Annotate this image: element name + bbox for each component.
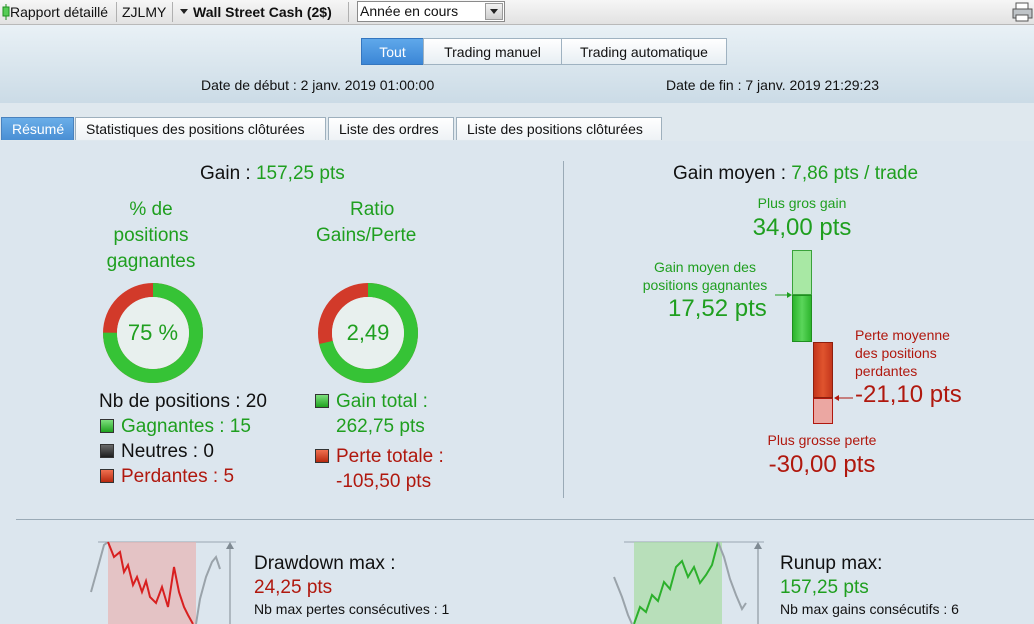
account-id[interactable]: ZJLMY (122, 0, 166, 24)
winrate-title-line: gagnantes (106, 251, 196, 272)
legend-red-square (100, 469, 114, 483)
avg-win-label-line: Gain moyen des (654, 259, 756, 275)
max-loss-value: -30,00 pts (768, 451, 876, 478)
avg-loss-label-line: Perte moyenne (855, 327, 950, 343)
max-loss-bar (813, 398, 833, 424)
max-gain-value: 34,00 pts (752, 214, 852, 241)
legend-green-square (100, 419, 114, 433)
filter-tab-manual[interactable]: Trading manuel (423, 38, 562, 65)
total-gain-value: 262,75 pts (336, 416, 425, 437)
filter-tab-automatic[interactable]: Trading automatique (561, 38, 727, 65)
legend-red-square (315, 449, 329, 463)
legend-green-square (315, 394, 329, 408)
avg-loss-label-line: des positions (855, 345, 937, 361)
winners-count: Gagnantes : 15 (121, 416, 251, 437)
runup-value: 157,25 pts (780, 577, 869, 598)
total-loss-label: Perte totale : (336, 446, 444, 467)
runup-sub: Nb max gains consécutifs : 6 (780, 601, 959, 617)
avg-gain-value: 7,86 pts / trade (791, 163, 919, 184)
period-select-value: Année en cours (360, 3, 459, 19)
total-loss-value: -105,50 pts (336, 471, 432, 492)
runup-sparkline (613, 541, 764, 624)
drawdown-label: Drawdown max : (254, 553, 396, 574)
ratio-title-line: Ratio (350, 199, 395, 220)
losers-count: Perdantes : 5 (121, 466, 235, 487)
neutral-count: Neutres : 0 (121, 441, 214, 462)
market-selector[interactable]: Wall Street Cash (2$) (193, 0, 332, 24)
toolbar: Rapport détaillé ZJLMY Wall Street Cash … (0, 0, 1034, 25)
winrate-value: 75 % (127, 320, 179, 345)
positions-count: Nb de positions : 20 (99, 391, 267, 412)
winrate-title-line: positions (113, 225, 189, 246)
drawdown-value: 24,25 pts (254, 577, 333, 598)
gain-value: 157,25 pts (255, 163, 345, 184)
avg-loss-value: -21,10 pts (855, 381, 962, 408)
avg-gain-bar (792, 295, 812, 342)
max-gain-bar (792, 250, 812, 295)
gain-label: Gain : (200, 163, 256, 184)
ratio-value: 2,49 (346, 320, 390, 345)
avg-gain-summary: Gain moyen : 7,86 pts / trade (673, 163, 918, 185)
total-gain-label: Gain total : (336, 391, 428, 412)
max-loss-label: Plus grosse perte (767, 432, 877, 448)
ratio-title: Ratio Gains/Perte (316, 197, 422, 249)
avg-win-label: Gain moyen des positions gagnantes (630, 258, 780, 294)
avg-loss-label: Perte moyenne des positions perdantes (855, 326, 950, 380)
report-label[interactable]: Rapport détaillé (10, 0, 108, 24)
winrate-title-line: % de (129, 199, 173, 220)
start-date: Date de début : 2 janv. 2019 01:00:00 (201, 77, 435, 93)
period-select[interactable]: Année en cours (357, 1, 505, 22)
tab-closed-stats[interactable]: Statistiques des positions clôturées (75, 117, 326, 140)
tab-closed-positions[interactable]: Liste des positions clôturées (456, 117, 662, 140)
winrate-title: % de positions gagnantes (104, 197, 198, 275)
dropdown-arrow-icon[interactable] (485, 3, 503, 20)
section-divider (563, 161, 564, 498)
filter-tab-all[interactable]: Tout (361, 38, 424, 65)
arrow-right-icon (775, 292, 792, 298)
max-gain-label: Plus gros gain (757, 195, 847, 211)
candlestick-icon (2, 4, 10, 20)
avg-gain-label: Gain moyen : (673, 163, 792, 184)
gain-summary: Gain : 157,25 pts (200, 163, 345, 185)
printer-icon[interactable] (1012, 2, 1034, 22)
tab-orders[interactable]: Liste des ordres (328, 117, 454, 140)
drawdown-sub: Nb max pertes consécutives : 1 (254, 601, 450, 617)
runup-label: Runup max: (780, 553, 883, 574)
section-divider (16, 519, 1034, 520)
end-date: Date de fin : 7 janv. 2019 21:29:23 (666, 77, 880, 93)
avg-win-value: 17,52 pts (668, 295, 767, 322)
ratio-title-line: Gains/Perte (316, 225, 417, 246)
avg-loss-bar (813, 342, 833, 398)
tab-summary[interactable]: Résumé (1, 117, 74, 140)
caret-down-icon[interactable] (180, 9, 188, 14)
legend-black-square (100, 444, 114, 458)
drawdown-sparkline (90, 541, 236, 624)
avg-loss-label-line: perdantes (855, 363, 918, 379)
avg-win-label-line: positions gagnantes (642, 277, 768, 293)
arrow-left-icon (834, 395, 853, 401)
